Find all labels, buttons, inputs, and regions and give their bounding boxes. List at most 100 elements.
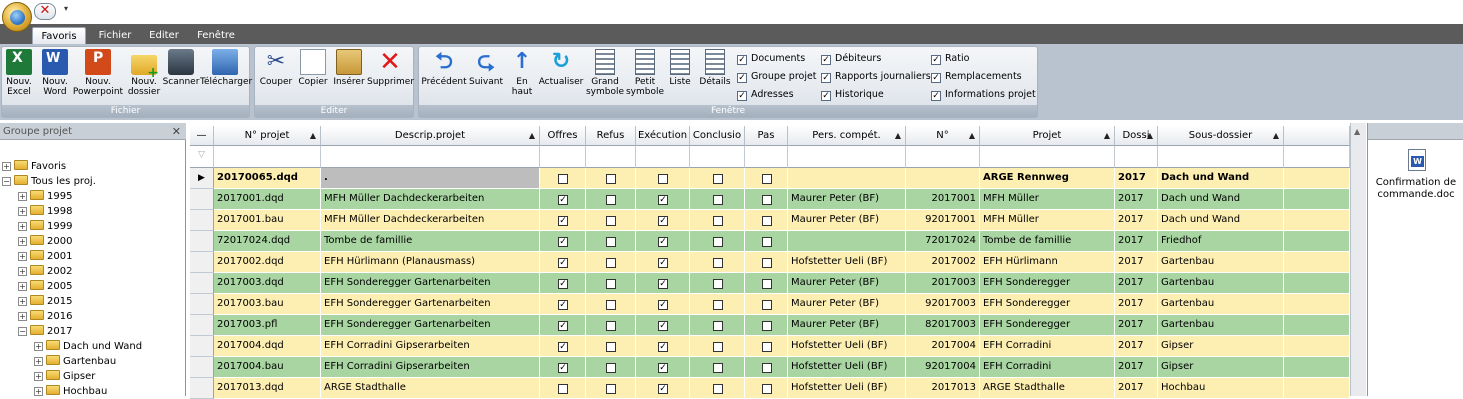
table-row[interactable]: 2017003.bau EFH Sonderegger Gartenarbeite… [190,294,1350,315]
table-cell-sous[interactable]: Gipser [1158,357,1284,378]
checkbox-offres[interactable]: ✓ [558,321,568,331]
tab-favoris[interactable]: Favoris [32,27,86,44]
table-row[interactable]: 2017004.dqd EFH Corradini Gipserarbeiten H… [190,336,1350,357]
checkbox-groupe-projet-box[interactable]: ✓ [737,73,747,83]
tree-expander-icon[interactable]: + [34,342,43,351]
tree-item[interactable]: + Dach und Wand [34,339,142,354]
filter-input[interactable] [636,146,690,168]
table-cell-dossier[interactable]: 2017 [1115,231,1158,252]
download-button[interactable]: Télécharger [200,49,252,87]
table-cell-projet[interactable]: MFH Müller [980,189,1115,210]
new-excel-button[interactable]: Nouv. Excel [4,49,34,97]
small-icons-button[interactable]: Petit symbole [625,49,665,97]
tree-item[interactable]: +2000 [18,234,72,249]
filter-input[interactable] [321,146,540,168]
checkbox-remplacements[interactable]: ✓ Remplacements [931,71,1022,87]
large-icons-button[interactable]: Grand symbole [585,49,625,97]
tree-expander-icon[interactable]: + [34,372,43,381]
table-cell-num[interactable] [906,168,980,189]
forward-button[interactable]: ⮎ Suivant [467,49,505,87]
sort-ascending-icon[interactable]: ▲ [1104,126,1110,145]
checkbox-rapports-journaliers[interactable]: ✓ Rapports journaliers [821,71,931,87]
checkbox-concl[interactable] [713,174,723,184]
checkbox-exec[interactable]: ✓ [658,279,668,289]
word-document-icon[interactable] [1408,149,1426,171]
table-row[interactable]: 2017003.pfl EFH Sonderegger Gartenarbeite… [190,315,1350,336]
checkbox-concl[interactable] [713,342,723,352]
checkbox-refus[interactable] [606,300,616,310]
table-cell-dossier[interactable]: 2017 [1115,273,1158,294]
copy-button[interactable]: Copier [295,49,331,87]
checkbox-documents[interactable]: ✓ Documents [737,53,805,69]
table-cell-nr[interactable]: 2017001.bau [214,210,321,231]
checkbox-concl[interactable] [713,195,723,205]
tree-item[interactable]: +2001 [18,249,72,264]
table-cell-desc[interactable]: EFH Hürlimann (Planausmass) [321,252,540,273]
refresh-button[interactable]: ↻ Actualiser [537,49,585,87]
checkbox-exec[interactable]: ✓ [658,195,668,205]
checkbox-pas[interactable] [762,174,772,184]
tree-item[interactable]: +1995 [18,189,72,204]
checkbox-historique-box[interactable]: ✓ [821,91,831,101]
checkbox-refus[interactable] [606,258,616,268]
row-selector[interactable] [190,231,214,252]
checkbox-exec[interactable] [658,174,668,184]
tree-expander-icon[interactable]: + [2,162,11,171]
table-cell-desc[interactable]: EFH Sonderegger Gartenarbeiten [321,315,540,336]
checkbox-concl[interactable] [713,279,723,289]
table-cell-dossier[interactable]: 2017 [1115,294,1158,315]
table-cell-num[interactable]: 92017004 [906,357,980,378]
checkbox-refus[interactable] [606,279,616,289]
column-header[interactable]: Pas [745,126,788,146]
table-cell-projet[interactable]: EFH Corradini [980,336,1115,357]
checkbox-concl[interactable] [713,237,723,247]
checkbox-offres[interactable]: ✓ [558,258,568,268]
checkbox-informations-projet[interactable]: ✓ Informations projet [931,89,1036,105]
column-header[interactable]: Conclusio [690,126,745,146]
filter-input[interactable] [540,146,586,168]
list-view-button[interactable]: Liste [665,49,695,87]
tree-expander-icon[interactable]: + [18,282,27,291]
tree-expander-icon[interactable]: + [18,207,27,216]
table-cell-sous[interactable]: Gipser [1158,336,1284,357]
back-button[interactable]: ⮌ Précédent [421,49,467,87]
table-cell-pers[interactable]: Hofstetter Ueli (BF) [788,357,906,378]
checkbox-groupe-projet[interactable]: ✓ Groupe projet [737,71,817,87]
filter-input[interactable] [690,146,745,168]
table-cell-dossier[interactable]: 2017 [1115,315,1158,336]
row-selector[interactable] [190,189,214,210]
table-cell-sous[interactable]: Friedhof [1158,231,1284,252]
table-cell-desc[interactable]: . [321,168,540,189]
up-button[interactable]: ↑ En haut [507,49,537,97]
table-cell-dossier[interactable]: 2017 [1115,168,1158,189]
table-cell-nr[interactable]: 20170065.dqd [214,168,321,189]
checkbox-ratio-box[interactable]: ✓ [931,55,941,65]
table-cell-pers[interactable]: Maurer Peter (BF) [788,273,906,294]
table-cell-pers[interactable]: Hofstetter Ueli (BF) [788,336,906,357]
row-selector[interactable] [190,336,214,357]
row-selector[interactable] [190,210,214,231]
checkbox-pas[interactable] [762,321,772,331]
tree-item[interactable]: − 2017 [18,324,72,339]
checkbox-refus[interactable] [606,237,616,247]
column-header[interactable]: — [190,126,214,146]
column-header[interactable] [1284,126,1350,146]
checkbox-offres[interactable] [558,174,568,184]
checkbox-offres[interactable] [558,384,568,394]
scroll-up-icon[interactable]: ▲ [1354,127,1360,136]
new-powerpoint-button[interactable]: Nouv. Powerpoint [72,49,124,97]
tab-fenetre[interactable]: Fenêtre [192,27,240,44]
table-cell-dossier[interactable]: 2017 [1115,336,1158,357]
table-cell-desc[interactable]: EFH Sonderegger Gartenarbeiten [321,273,540,294]
checkbox-exec[interactable]: ✓ [658,258,668,268]
checkbox-offres[interactable]: ✓ [558,216,568,226]
table-cell-desc[interactable]: EFH Corradini Gipserarbeiten [321,336,540,357]
filter-input[interactable] [745,146,788,168]
table-cell-desc[interactable]: Tombe de famillie [321,231,540,252]
table-cell-dossier[interactable]: 2017 [1115,252,1158,273]
checkbox-concl[interactable] [713,321,723,331]
table-cell-pers[interactable]: Maurer Peter (BF) [788,315,906,336]
checkbox-exec[interactable]: ✓ [658,363,668,373]
checkbox-refus[interactable] [606,384,616,394]
filter-input[interactable] [980,146,1115,168]
